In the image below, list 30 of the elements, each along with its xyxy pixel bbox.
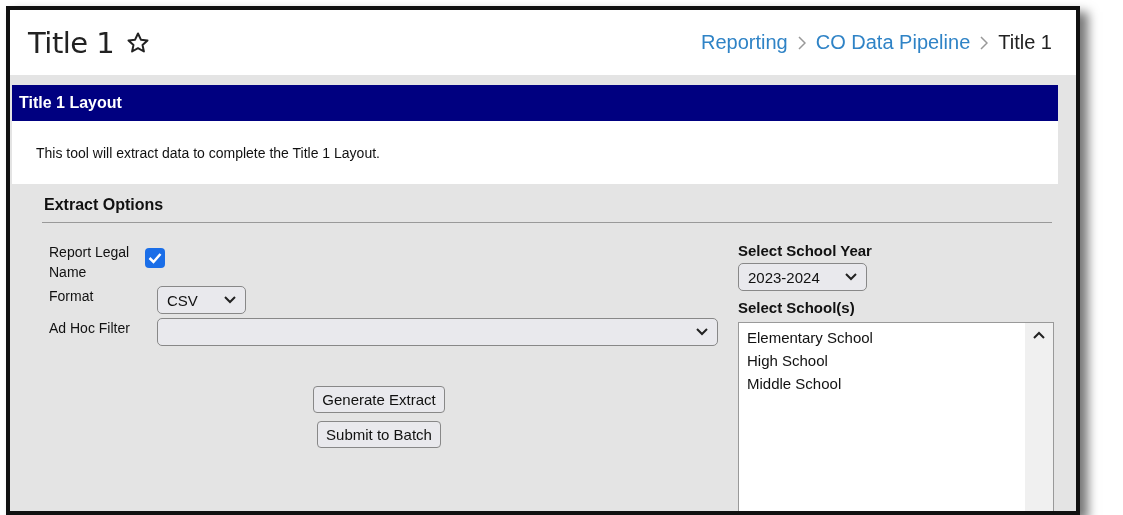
list-option[interactable]: High School <box>747 352 1017 369</box>
field-label: Report Legal Name <box>49 243 131 282</box>
list-option[interactable]: Middle School <box>747 375 1017 392</box>
year-select[interactable]: 2023-2024 <box>738 263 867 291</box>
page-title: Title 1 <box>28 25 115 60</box>
breadcrumb-link[interactable]: Reporting <box>701 31 788 54</box>
chevron-right-icon <box>980 35 989 50</box>
field-label: Select School Year <box>738 242 873 259</box>
checkbox[interactable] <box>145 248 165 268</box>
chevron-down-icon <box>845 273 857 281</box>
action-button[interactable]: Submit to Batch <box>317 421 441 448</box>
school-listbox[interactable]: Elementary School High School Middle School <box>738 322 1054 511</box>
format-select[interactable]: CSV <box>157 286 246 314</box>
section-heading: Extract Options <box>42 196 1052 223</box>
chevron-down-icon <box>224 296 236 304</box>
scroll-up-icon[interactable] <box>1033 331 1045 339</box>
breadcrumb-link[interactable]: CO Data Pipeline <box>815 31 971 54</box>
filter-select[interactable] <box>157 318 718 346</box>
list-option[interactable]: Elementary School <box>747 329 1017 346</box>
field-label: Select School(s) <box>738 299 856 316</box>
scrollbar[interactable] <box>1025 323 1053 511</box>
action-button[interactable]: Generate Extract <box>313 386 445 413</box>
breadcrumb-current: Title 1 <box>998 31 1052 54</box>
chevron-right-icon <box>797 35 806 50</box>
section-title-bar: Title 1 Layout <box>12 85 1058 121</box>
star-icon[interactable] <box>126 30 151 55</box>
chevron-down-icon <box>696 328 708 336</box>
field-label: Format <box>49 287 95 306</box>
field-label: Ad Hoc Filter <box>49 319 131 338</box>
description-text: This tool will extract data to complete the Title 1 Layout. <box>36 144 380 161</box>
